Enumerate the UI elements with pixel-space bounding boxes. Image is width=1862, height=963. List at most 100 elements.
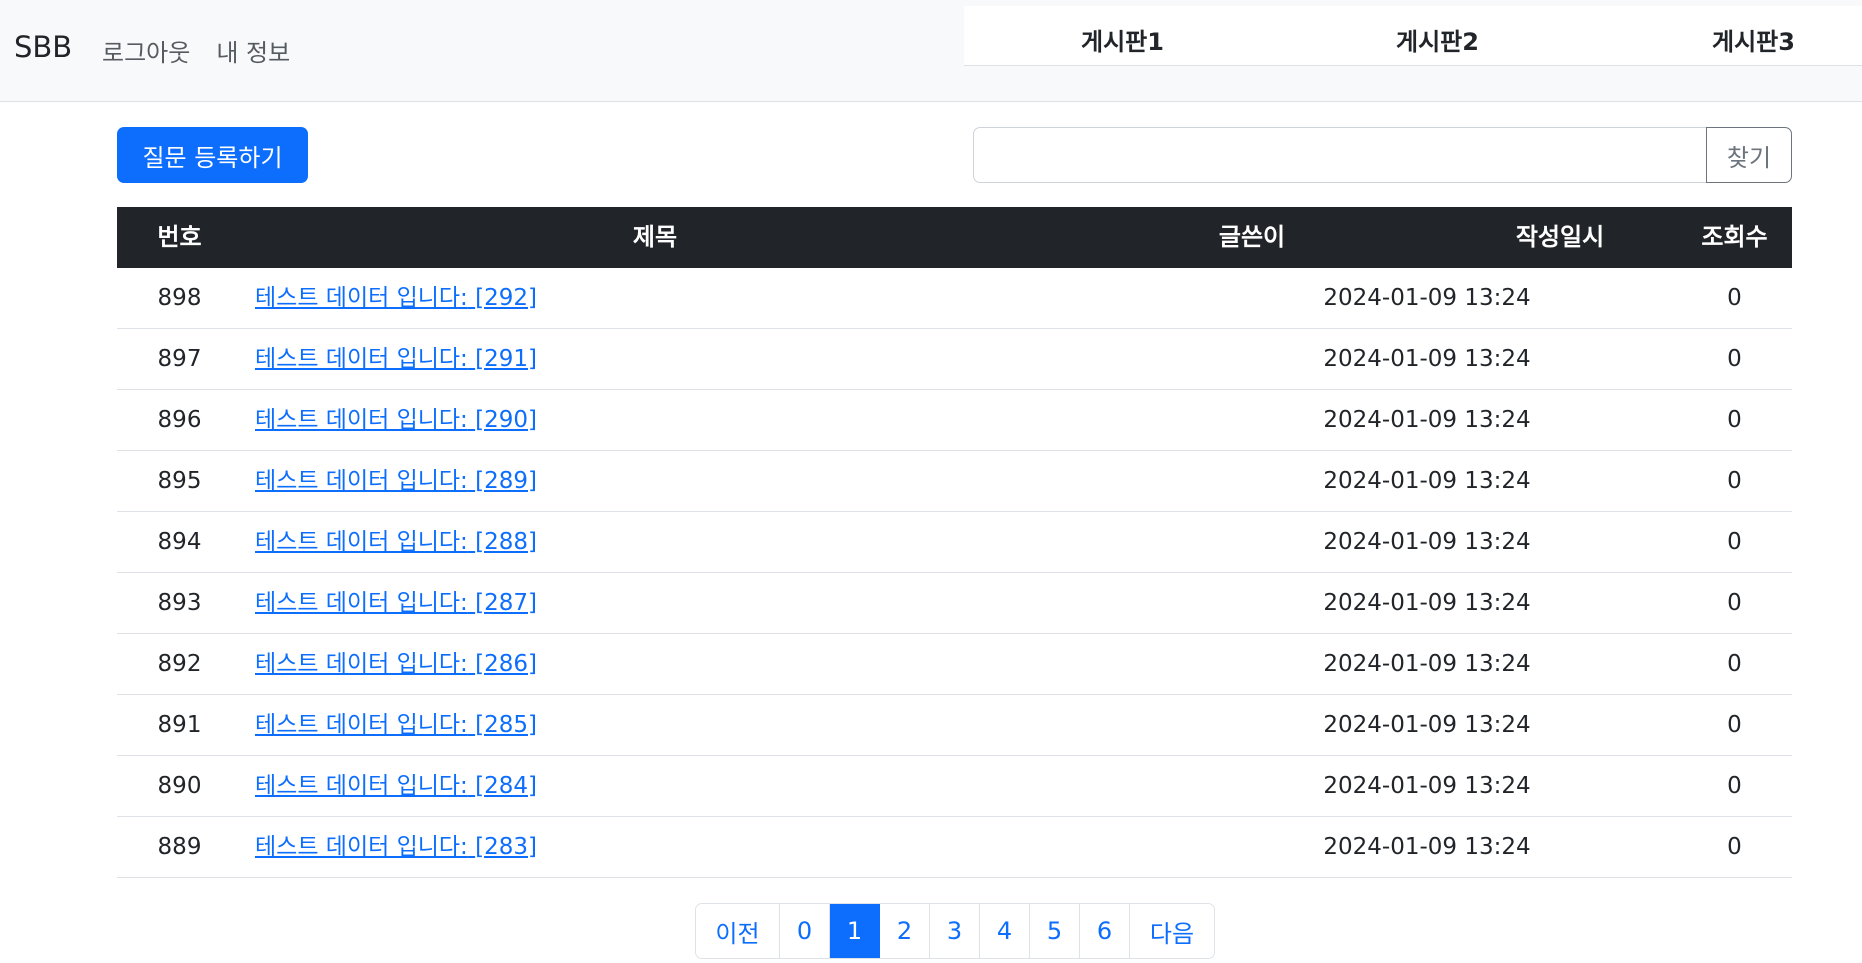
comment-count: [289] — [475, 468, 537, 494]
row-views: 0 — [1727, 285, 1742, 311]
question-link[interactable]: 테스트 데이터 입니다: [292] — [255, 285, 537, 311]
row-date: 2024-01-09 13:24 — [1323, 407, 1531, 433]
row-date: 2024-01-09 13:24 — [1323, 834, 1531, 860]
row-date: 2024-01-09 13:24 — [1323, 651, 1531, 677]
board-tabs: 게시판1 게시판2 게시판3 — [964, 6, 1862, 66]
table-row: 895 테스트 데이터 입니다: [289] 2024-01-09 13:24 0 — [117, 451, 1792, 512]
table-row: 898 테스트 데이터 입니다: [292] 2024-01-09 13:24 0 — [117, 268, 1792, 329]
table-body: 898 테스트 데이터 입니다: [292] 2024-01-09 13:24 0 89… — [117, 268, 1792, 878]
page-2[interactable]: 2 — [880, 904, 930, 958]
row-author — [1052, 390, 1212, 450]
comment-count: [291] — [475, 346, 537, 372]
row-author — [1052, 695, 1212, 755]
page-1[interactable]: 1 — [830, 904, 880, 958]
question-title: 테스트 데이터 입니다: — [255, 651, 468, 677]
row-number: 893 — [157, 590, 202, 616]
row-author — [1052, 329, 1212, 389]
pagination: 이전 0 1 2 3 4 5 6 다음 — [695, 903, 1215, 959]
question-link[interactable]: 테스트 데이터 입니다: [289] — [255, 468, 537, 494]
comment-count: [288] — [475, 529, 537, 555]
header-author: 글쓴이 — [1218, 223, 1286, 251]
question-title: 테스트 데이터 입니다: — [255, 285, 468, 311]
row-date: 2024-01-09 13:24 — [1323, 285, 1531, 311]
row-title: 테스트 데이터 입니다: [290] — [255, 390, 1055, 450]
table-row: 894 테스트 데이터 입니다: [288] 2024-01-09 13:24 0 — [117, 512, 1792, 573]
row-number: 898 — [157, 285, 202, 311]
row-title: 테스트 데이터 입니다: [286] — [255, 634, 1055, 694]
tab-board2[interactable]: 게시판2 — [1396, 22, 1479, 57]
row-date: 2024-01-09 13:24 — [1323, 346, 1531, 372]
table-row: 889 테스트 데이터 입니다: [283] 2024-01-09 13:24 0 — [117, 817, 1792, 878]
row-number: 889 — [157, 834, 202, 860]
row-date: 2024-01-09 13:24 — [1323, 773, 1531, 799]
row-author — [1052, 512, 1212, 572]
row-title: 테스트 데이터 입니다: [283] — [255, 817, 1055, 877]
navbar: SBB 로그아웃 내 정보 게시판1 게시판2 게시판3 — [0, 0, 1862, 102]
page-4[interactable]: 4 — [980, 904, 1030, 958]
row-title: 테스트 데이터 입니다: [287] — [255, 573, 1055, 633]
row-number: 890 — [157, 773, 202, 799]
question-title: 테스트 데이터 입니다: — [255, 346, 468, 372]
search-button[interactable]: 찾기 — [1706, 127, 1792, 183]
table-row: 897 테스트 데이터 입니다: [291] 2024-01-09 13:24 0 — [117, 329, 1792, 390]
question-link[interactable]: 테스트 데이터 입니다: [290] — [255, 407, 537, 433]
row-title: 테스트 데이터 입니다: [288] — [255, 512, 1055, 572]
table-row: 891 테스트 데이터 입니다: [285] 2024-01-09 13:24 0 — [117, 695, 1792, 756]
page-0[interactable]: 0 — [780, 904, 830, 958]
row-date: 2024-01-09 13:24 — [1323, 529, 1531, 555]
row-title: 테스트 데이터 입니다: [289] — [255, 451, 1055, 511]
table-header: 번호 제목 글쓴이 작성일시 조회수 — [117, 207, 1792, 268]
row-views: 0 — [1727, 773, 1742, 799]
search-input[interactable] — [973, 127, 1708, 183]
prev-page-button[interactable]: 이전 — [696, 904, 780, 958]
table-row: 890 테스트 데이터 입니다: [284] 2024-01-09 13:24 0 — [117, 756, 1792, 817]
question-link[interactable]: 테스트 데이터 입니다: [287] — [255, 590, 537, 616]
question-title: 테스트 데이터 입니다: — [255, 712, 468, 738]
page-5[interactable]: 5 — [1030, 904, 1080, 958]
question-title: 테스트 데이터 입니다: — [255, 407, 468, 433]
question-title: 테스트 데이터 입니다: — [255, 590, 468, 616]
row-views: 0 — [1727, 407, 1742, 433]
question-table: 번호 제목 글쓴이 작성일시 조회수 898 테스트 데이터 입니다: [292]… — [117, 207, 1792, 878]
question-link[interactable]: 테스트 데이터 입니다: [283] — [255, 834, 537, 860]
table-row: 896 테스트 데이터 입니다: [290] 2024-01-09 13:24 0 — [117, 390, 1792, 451]
header-title: 제목 — [632, 223, 678, 251]
row-title: 테스트 데이터 입니다: [284] — [255, 756, 1055, 816]
next-page-button[interactable]: 다음 — [1130, 904, 1214, 958]
brand-logo[interactable]: SBB — [14, 30, 72, 64]
comment-count: [283] — [475, 834, 537, 860]
question-link[interactable]: 테스트 데이터 입니다: [285] — [255, 712, 537, 738]
row-date: 2024-01-09 13:24 — [1323, 712, 1531, 738]
question-link[interactable]: 테스트 데이터 입니다: [288] — [255, 529, 537, 555]
tab-board3[interactable]: 게시판3 — [1712, 22, 1795, 57]
page-6[interactable]: 6 — [1080, 904, 1130, 958]
row-title: 테스트 데이터 입니다: [285] — [255, 695, 1055, 755]
create-question-button[interactable]: 질문 등록하기 — [117, 127, 308, 183]
row-views: 0 — [1727, 468, 1742, 494]
row-number: 891 — [157, 712, 202, 738]
page-3[interactable]: 3 — [930, 904, 980, 958]
header-number: 번호 — [157, 223, 202, 251]
row-title: 테스트 데이터 입니다: [292] — [255, 268, 1055, 328]
comment-count: [290] — [475, 407, 537, 433]
comment-count: [285] — [475, 712, 537, 738]
row-views: 0 — [1727, 834, 1742, 860]
question-link[interactable]: 테스트 데이터 입니다: [284] — [255, 773, 537, 799]
row-number: 894 — [157, 529, 202, 555]
question-title: 테스트 데이터 입니다: — [255, 529, 468, 555]
tab-board1[interactable]: 게시판1 — [1081, 22, 1164, 57]
nav-links: 로그아웃 내 정보 — [102, 33, 290, 68]
comment-count: [292] — [475, 285, 537, 311]
question-title: 테스트 데이터 입니다: — [255, 834, 468, 860]
logout-link[interactable]: 로그아웃 — [102, 33, 190, 68]
row-author — [1052, 451, 1212, 511]
question-link[interactable]: 테스트 데이터 입니다: [286] — [255, 651, 537, 677]
table-row: 893 테스트 데이터 입니다: [287] 2024-01-09 13:24 0 — [117, 573, 1792, 634]
question-link[interactable]: 테스트 데이터 입니다: [291] — [255, 346, 537, 372]
header-date: 작성일시 — [1515, 223, 1605, 251]
row-number: 895 — [157, 468, 202, 494]
my-info-link[interactable]: 내 정보 — [216, 33, 290, 68]
row-views: 0 — [1727, 346, 1742, 372]
row-author — [1052, 634, 1212, 694]
row-author — [1052, 573, 1212, 633]
